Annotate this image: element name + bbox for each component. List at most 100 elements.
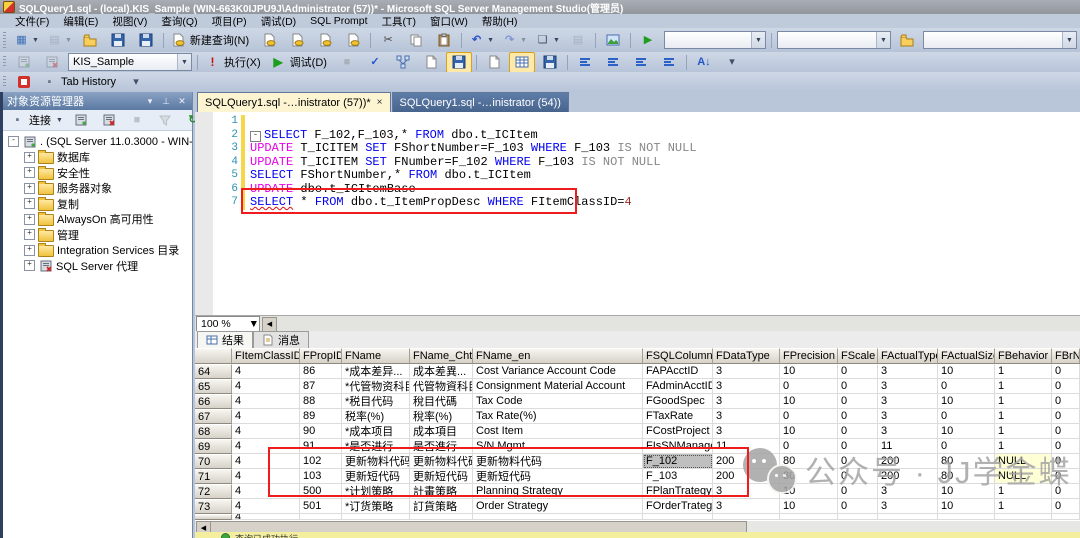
sql-prompt-button[interactable] (11, 72, 37, 93)
grid-cell[interactable]: *计划策略 (342, 484, 410, 499)
grid-cell[interactable]: NULL (995, 469, 1052, 484)
grid-header-cell[interactable]: FName (342, 348, 410, 364)
grid-row-number[interactable]: 72 (195, 484, 232, 499)
grid-cell[interactable]: 更新短代码 (473, 469, 643, 484)
grid-cell[interactable]: 80 (780, 454, 838, 469)
grid-cell[interactable]: Planning Strategy (473, 484, 643, 499)
grid-cell[interactable]: 10 (780, 424, 838, 439)
undo-button[interactable]: ↶▼ (466, 30, 497, 51)
grid-cell[interactable]: 更新物料代码 (410, 454, 473, 469)
grid-row-number[interactable]: 66 (195, 394, 232, 409)
execute-button[interactable]: !执行(X) (202, 52, 266, 73)
tree-node-server[interactable]: -. (SQL Server 11.0.3000 - WIN-66 (3, 134, 192, 150)
grid-cell[interactable]: 200 (878, 454, 938, 469)
grid-header-cell[interactable]: FPropID (300, 348, 342, 364)
stop-button[interactable]: ■ (124, 110, 150, 131)
properties-button[interactable]: ▤ (565, 30, 591, 51)
grid-cell[interactable]: F_102 (643, 454, 713, 469)
grid-cell[interactable]: 4 (232, 469, 300, 484)
tree-node[interactable]: +SQL Server 代理 (3, 258, 192, 274)
document-tab[interactable]: SQLQuery1.sql -…inistrator (54)) (392, 92, 569, 112)
grid-cell[interactable]: 税率(%) (342, 409, 410, 424)
grid-cell[interactable]: 0 (1052, 394, 1080, 409)
results-to-grid-button[interactable] (509, 52, 535, 73)
grid-cell[interactable]: *是否进行 (342, 439, 410, 454)
grid-cell[interactable]: 3 (713, 499, 780, 514)
grid-header-cell[interactable]: FSQLColumnName (643, 348, 713, 364)
new-query-button[interactable]: 新建查询(N) (168, 30, 254, 51)
grid-cell[interactable]: 3 (713, 379, 780, 394)
tree-node[interactable]: +管理 (3, 227, 192, 243)
tree-node[interactable]: +数据库 (3, 150, 192, 166)
grid-cell[interactable]: 0 (780, 379, 838, 394)
grid-row-number[interactable]: 65 (195, 379, 232, 394)
grid-cell[interactable]: 更新短代码 (342, 469, 410, 484)
grid-cell[interactable]: FTaxRate (643, 409, 713, 424)
grid-cell[interactable]: 0 (1052, 454, 1080, 469)
query-shortcut-button[interactable]: ❏▼ (532, 30, 563, 51)
grid-cell[interactable]: 代管物資科目 (410, 379, 473, 394)
editor-line[interactable]: 3UPDATE T_ICITEM SET FShortNumber=F_103 … (213, 142, 1080, 156)
grid-cell[interactable]: 88 (300, 394, 342, 409)
grid-cell[interactable]: 1 (995, 409, 1052, 424)
copy-button[interactable] (403, 30, 429, 51)
intellisense-button[interactable] (446, 52, 472, 73)
tab-history-button[interactable]: ▪Tab History (39, 72, 121, 93)
grid-cell[interactable]: 0 (938, 409, 995, 424)
grid-cell[interactable]: 4 (232, 439, 300, 454)
grid-cell[interactable]: Cost Variance Account Code (473, 364, 643, 379)
grid-cell[interactable]: 0 (838, 469, 878, 484)
open-file-button[interactable] (77, 30, 103, 51)
grid-cell[interactable]: 0 (938, 439, 995, 454)
grid-cell[interactable]: 10 (938, 499, 995, 514)
save-button[interactable] (105, 30, 131, 51)
grid-cell[interactable]: 是否進行 (410, 439, 473, 454)
grid-cell[interactable]: 87 (300, 379, 342, 394)
increase-indent-button[interactable] (656, 52, 682, 73)
grid-cell[interactable]: 3 (713, 409, 780, 424)
menu-item[interactable]: 帮助(H) (475, 14, 525, 28)
grid-cell[interactable]: 10 (780, 394, 838, 409)
grid-cell[interactable]: 3 (878, 484, 938, 499)
results-to-file-button[interactable] (537, 52, 563, 73)
grid-cell[interactable]: 4 (232, 424, 300, 439)
grid-cell[interactable]: 3 (878, 499, 938, 514)
grid-cell[interactable]: 1 (995, 424, 1052, 439)
comment-lines-button[interactable] (572, 52, 598, 73)
window-list-button[interactable]: ▤▼ (44, 30, 75, 51)
tree-node[interactable]: +AlwaysOn 高可用性 (3, 212, 192, 228)
grid-cell[interactable]: 0 (838, 379, 878, 394)
redo-button[interactable]: ↷▼ (499, 30, 530, 51)
grid-cell[interactable]: NULL (995, 454, 1052, 469)
expand-icon[interactable]: + (24, 198, 35, 209)
menu-item[interactable]: 文件(F) (8, 14, 56, 28)
grid-cell[interactable]: 200 (713, 454, 780, 469)
grid-cell[interactable]: FGoodSpec (643, 394, 713, 409)
document-tab[interactable]: SQLQuery1.sql -…inistrator (57))*× (197, 92, 391, 112)
cut-button[interactable]: ✂ (375, 30, 401, 51)
grid-cell[interactable]: FAdminAcctID (643, 379, 713, 394)
editor-line[interactable]: 6UPDATE dbo.t_ICItemBase (213, 183, 1080, 197)
grid-cell[interactable]: 0 (1052, 424, 1080, 439)
tree-node[interactable]: +复制 (3, 196, 192, 212)
editor-hscroll-left-icon[interactable]: ◀ (262, 317, 277, 332)
grid-cell[interactable]: 0 (838, 364, 878, 379)
grid-cell[interactable]: *订货策略 (342, 499, 410, 514)
editor-line[interactable]: 2-SELECT F_102,F_103,* FROM dbo.t_ICItem (213, 129, 1080, 143)
connect-button[interactable] (11, 52, 37, 73)
grid-cell[interactable]: 4 (232, 454, 300, 469)
grid-cell[interactable]: 3 (713, 394, 780, 409)
grid-cell[interactable]: 0 (1052, 469, 1080, 484)
grid-cell[interactable]: Tax Code (473, 394, 643, 409)
grid-cell[interactable]: 更新物料代码 (473, 454, 643, 469)
grid-cell[interactable]: 4 (232, 409, 300, 424)
database-combo[interactable]: KIS_Sample▼ (68, 53, 192, 71)
expand-icon[interactable]: + (24, 229, 35, 240)
grid-cell[interactable]: 1 (995, 394, 1052, 409)
sort-button[interactable]: A↓ (691, 52, 717, 73)
grid-cell[interactable]: 0 (1052, 379, 1080, 394)
grid-cell[interactable]: *代管物资科目 (342, 379, 410, 394)
menu-item[interactable]: SQL Prompt (303, 14, 374, 28)
fold-collapse-icon[interactable]: - (250, 131, 261, 142)
grid-cell[interactable]: 10 (780, 484, 838, 499)
